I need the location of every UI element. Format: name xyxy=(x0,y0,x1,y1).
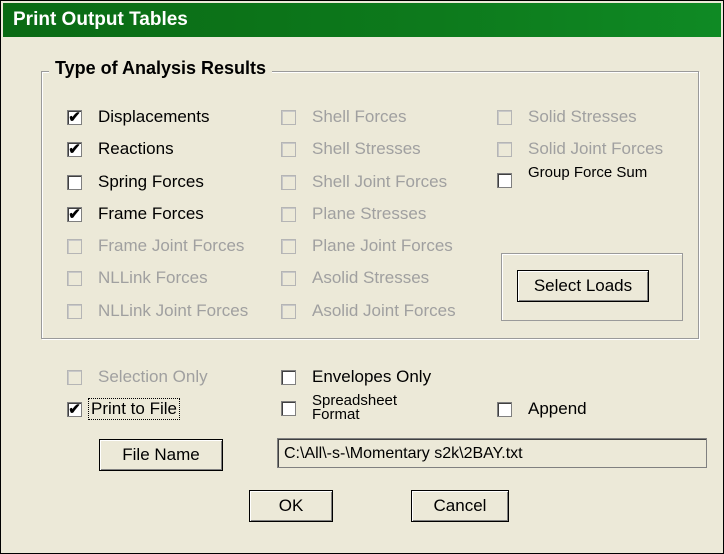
checkbox-plane-joint-forces[interactable]: Plane Joint Forces xyxy=(281,235,453,257)
checkbox-label: Selection Only xyxy=(98,367,208,386)
checkbox-group-force-sum[interactable]: Group Force Sum xyxy=(497,165,648,195)
select-loads-label: Select Loads xyxy=(533,276,633,295)
group-title: Type of Analysis Results xyxy=(49,58,273,79)
checkbox-frame-forces[interactable]: ✔ Frame Forces xyxy=(67,203,204,225)
checkbox-append[interactable]: Append xyxy=(497,398,587,420)
checkbox-label: Frame Joint Forces xyxy=(98,236,245,255)
checkbox-box[interactable] xyxy=(281,270,296,286)
checkbox-nllink-forces[interactable]: NLLink Forces xyxy=(67,267,208,289)
checkbox-box[interactable]: ✔ xyxy=(67,206,82,222)
dialog-body: Type of Analysis Results ✔ Displacements … xyxy=(15,53,711,543)
checkbox-box[interactable] xyxy=(281,369,296,385)
checkbox-print-to-file[interactable]: ✔ Print to File xyxy=(67,398,180,420)
window-title: Print Output Tables xyxy=(13,9,188,30)
checkbox-label: Print to File xyxy=(88,398,180,420)
file-path-field[interactable]: C:\All\-s-\Momentary s2k\2BAY.txt xyxy=(277,438,707,468)
ok-button[interactable]: OK xyxy=(249,490,333,522)
select-loads-button[interactable]: Select Loads xyxy=(517,270,649,302)
checkbox-box[interactable] xyxy=(281,303,296,319)
checkbox-box[interactable] xyxy=(281,109,296,125)
checkbox-label: Plane Joint Forces xyxy=(312,236,453,255)
checkbox-solid-stresses[interactable]: Solid Stresses xyxy=(497,106,637,128)
checkbox-label: Frame Forces xyxy=(98,204,204,223)
cancel-button[interactable]: Cancel xyxy=(411,490,509,522)
checkbox-asolid-stresses[interactable]: Asolid Stresses xyxy=(281,267,429,289)
checkbox-box[interactable] xyxy=(497,141,512,157)
checkbox-nllink-joint-forces[interactable]: NLLink Joint Forces xyxy=(67,300,248,322)
checkbox-label: Spring Forces xyxy=(98,172,204,191)
checkbox-box[interactable] xyxy=(281,141,296,157)
checkbox-plane-stresses[interactable]: Plane Stresses xyxy=(281,203,426,225)
checkbox-label: NLLink Joint Forces xyxy=(98,301,249,320)
checkbox-box[interactable] xyxy=(67,369,82,385)
checkbox-box[interactable]: ✔ xyxy=(67,141,82,157)
checkbox-box[interactable] xyxy=(67,270,82,286)
checkbox-box[interactable] xyxy=(497,401,512,417)
checkbox-box[interactable] xyxy=(67,174,82,190)
checkbox-box[interactable] xyxy=(67,303,82,319)
checkbox-spreadsheet-format[interactable]: Spreadsheet Format xyxy=(281,393,432,423)
checkbox-label: Spreadsheet Format xyxy=(312,394,398,422)
checkbox-label: Shell Stresses xyxy=(312,139,421,158)
checkbox-reactions[interactable]: ✔ Reactions xyxy=(67,138,174,160)
checkbox-label: Group Force Sum xyxy=(528,166,648,181)
checkbox-label: Envelopes Only xyxy=(312,367,432,386)
checkbox-box[interactable] xyxy=(281,174,296,190)
checkbox-label: Shell Forces xyxy=(312,107,407,126)
checkbox-envelopes-only[interactable]: Envelopes Only xyxy=(281,366,431,388)
checkbox-box[interactable]: ✔ xyxy=(67,109,82,125)
checkbox-box[interactable] xyxy=(281,206,296,222)
checkbox-label: Append xyxy=(528,399,587,418)
file-name-button[interactable]: File Name xyxy=(99,439,223,471)
checkbox-label: Asolid Stresses xyxy=(312,268,430,287)
checkbox-label: Reactions xyxy=(98,139,174,158)
checkbox-box[interactable] xyxy=(497,109,512,125)
file-name-button-label: File Name xyxy=(122,445,200,464)
cancel-button-label: Cancel xyxy=(433,496,487,515)
checkbox-selection-only[interactable]: Selection Only xyxy=(67,366,208,388)
checkbox-displacements[interactable]: ✔ Displacements xyxy=(67,106,210,128)
checkbox-label: Shell Joint Forces xyxy=(312,172,448,191)
checkbox-box[interactable] xyxy=(281,400,296,416)
checkbox-box[interactable] xyxy=(67,238,82,254)
checkbox-label: Solid Stresses xyxy=(528,107,637,126)
checkbox-label: Plane Stresses xyxy=(312,204,427,223)
checkbox-solid-joint-forces[interactable]: Solid Joint Forces xyxy=(497,138,663,160)
ok-button-label: OK xyxy=(278,496,304,515)
checkbox-label: Displacements xyxy=(98,107,210,126)
checkbox-frame-joint-forces[interactable]: Frame Joint Forces xyxy=(67,235,244,257)
checkbox-box[interactable] xyxy=(497,172,512,188)
checkbox-label: Asolid Joint Forces xyxy=(312,301,456,320)
checkbox-box[interactable]: ✔ xyxy=(67,401,82,417)
checkbox-box[interactable] xyxy=(281,238,296,254)
checkbox-shell-stresses[interactable]: Shell Stresses xyxy=(281,138,421,160)
checkbox-shell-forces[interactable]: Shell Forces xyxy=(281,106,406,128)
title-bar[interactable]: Print Output Tables xyxy=(3,3,721,37)
checkbox-asolid-joint-forces[interactable]: Asolid Joint Forces xyxy=(281,300,456,322)
checkbox-label: Solid Joint Forces xyxy=(528,139,664,158)
checkbox-spring-forces[interactable]: Spring Forces xyxy=(67,171,204,193)
checkbox-label: NLLink Forces xyxy=(98,268,208,287)
print-output-tables-dialog: Print Output Tables Type of Analysis Res… xyxy=(0,0,724,554)
checkbox-shell-joint-forces[interactable]: Shell Joint Forces xyxy=(281,171,447,193)
